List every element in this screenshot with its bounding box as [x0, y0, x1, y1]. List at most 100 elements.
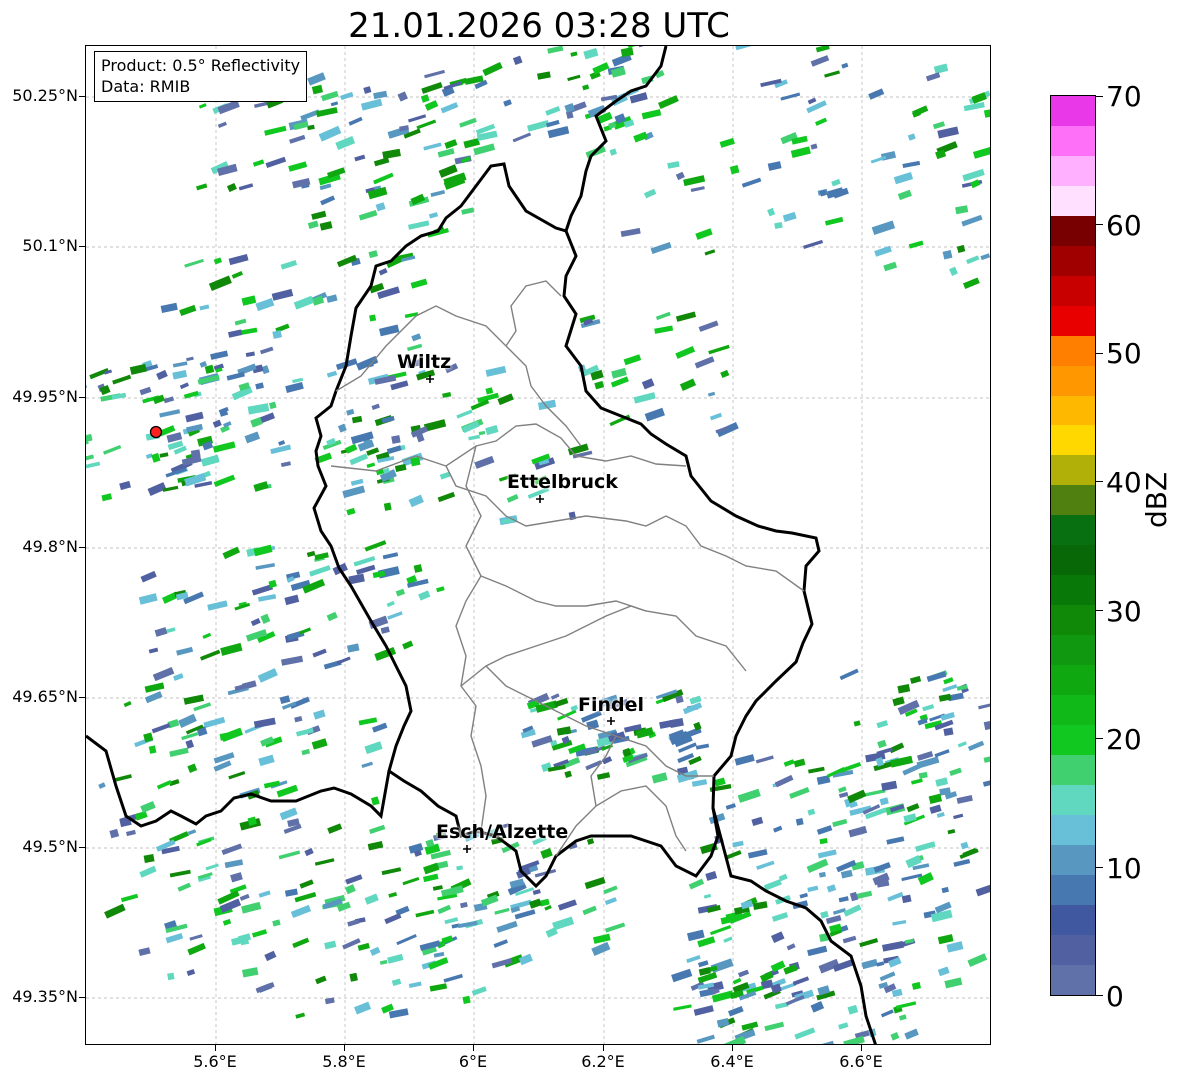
colorbar-segment — [1051, 665, 1095, 696]
echo-cell — [764, 1021, 785, 1032]
echo-cell — [831, 178, 841, 187]
echo-cell — [140, 801, 156, 814]
echo-cell — [824, 216, 844, 226]
echo-cell — [415, 909, 435, 918]
echo-cell — [643, 188, 657, 199]
echo-cell — [462, 420, 480, 434]
echo-cell — [556, 726, 572, 736]
echo-cell — [432, 885, 443, 891]
echo-cell — [893, 172, 914, 185]
echo-cell — [879, 971, 896, 982]
echo-cell — [294, 715, 303, 723]
echo-cell — [228, 254, 249, 266]
echo-cell — [429, 983, 448, 992]
echo-cell — [877, 739, 887, 749]
echo-cell — [178, 713, 197, 728]
echo-cell — [255, 982, 275, 994]
colorbar-segment — [1051, 335, 1095, 366]
echo-cell — [820, 1040, 835, 1044]
colorbar-unit-label: dBZ — [1140, 471, 1173, 528]
echo-cell — [258, 754, 275, 767]
echo-cell — [482, 62, 503, 77]
echo-cell — [820, 910, 829, 919]
echo-cell — [183, 694, 205, 705]
echo-cell — [567, 74, 581, 82]
echo-cell — [371, 796, 380, 806]
echo-cell — [129, 363, 147, 375]
echo-cell — [620, 227, 641, 238]
lat-tick — [79, 997, 85, 998]
echo-cell — [156, 369, 168, 381]
echo-cell — [832, 818, 848, 827]
echo-cell — [408, 494, 424, 508]
echo-cell — [633, 392, 656, 404]
echo-cell — [771, 931, 785, 944]
echo-cell — [364, 741, 383, 755]
echo-cell — [324, 997, 335, 1005]
echo-cell — [807, 808, 816, 816]
echo-cell — [942, 684, 958, 693]
echo-cell — [887, 891, 904, 902]
echo-cell — [650, 242, 672, 254]
echo-cell — [312, 648, 327, 658]
echo-cell — [159, 409, 181, 418]
echo-cell — [309, 565, 331, 577]
echo-cell — [230, 872, 243, 883]
echo-cell — [897, 684, 911, 694]
colorbar-tick — [1096, 867, 1103, 868]
colorbar-segment — [1051, 485, 1095, 516]
echo-cell — [671, 968, 693, 983]
echo-cell — [886, 836, 905, 845]
echo-cell — [967, 740, 985, 752]
echo-cell — [383, 502, 392, 511]
echo-cell — [167, 972, 175, 981]
echo-cell — [220, 642, 243, 656]
echo-cell — [413, 564, 423, 573]
echo-cell — [348, 573, 365, 585]
echo-cell — [255, 382, 264, 390]
echo-cell — [908, 240, 924, 249]
radar-map[interactable] — [85, 45, 991, 1045]
echo-cell — [380, 626, 390, 634]
echo-cell — [698, 320, 719, 332]
echo-cell — [436, 586, 445, 593]
echo-cell — [874, 245, 892, 257]
echo-cell — [774, 221, 783, 229]
echo-cell — [704, 249, 716, 256]
echo-cell — [918, 771, 928, 779]
echo-cell — [138, 593, 158, 605]
lat-label: 49.65°N — [12, 687, 78, 706]
echo-cell — [859, 938, 879, 948]
echo-cell — [910, 675, 922, 684]
echo-cell — [983, 108, 990, 118]
echo-cell — [695, 743, 710, 750]
echo-cell — [933, 63, 949, 74]
echo-cell — [942, 250, 953, 260]
echo-cell — [326, 611, 338, 622]
echo-cell — [741, 177, 762, 188]
echo-cell — [396, 933, 417, 946]
echo-cell — [943, 727, 954, 736]
echo-cell — [847, 789, 867, 804]
echo-cell — [342, 938, 361, 950]
reflectivity-echoes — [86, 46, 990, 1044]
echo-cell — [280, 259, 298, 270]
echo-cell — [327, 823, 343, 834]
echo-cell — [983, 720, 990, 731]
echo-cell — [583, 47, 599, 60]
echo-cell — [824, 70, 840, 78]
echo-cell — [807, 97, 817, 105]
echo-cell — [703, 893, 712, 899]
echo-cell — [767, 161, 782, 171]
echo-cell — [394, 463, 407, 472]
echo-cell — [292, 937, 310, 949]
echo-cell — [423, 142, 442, 151]
echo-cell — [369, 314, 377, 322]
echo-cell — [723, 1035, 747, 1044]
colorbar-segment — [1051, 844, 1095, 875]
echo-cell — [737, 788, 761, 803]
echo-cell — [386, 445, 402, 455]
echo-cell — [278, 850, 301, 860]
colorbar-segment — [1051, 515, 1095, 546]
echo-cell — [320, 195, 336, 206]
